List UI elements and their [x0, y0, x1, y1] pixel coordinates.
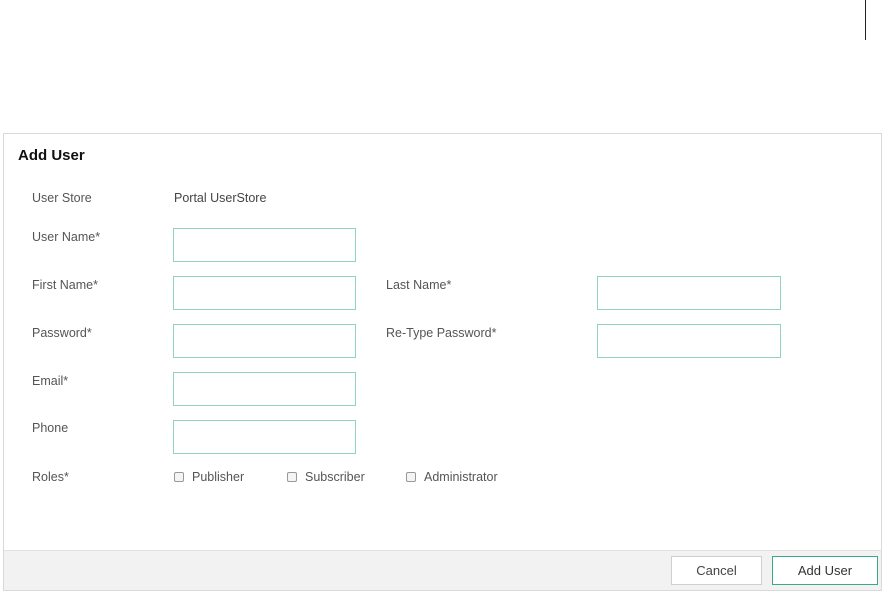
- user-store-label: User Store: [32, 191, 92, 205]
- publisher-checkbox[interactable]: [174, 472, 184, 482]
- first-name-label: First Name*: [32, 278, 98, 292]
- administrator-label: Administrator: [424, 470, 498, 484]
- email-field[interactable]: [173, 372, 356, 406]
- user-store-value: Portal UserStore: [174, 191, 267, 205]
- password-field[interactable]: [173, 324, 356, 358]
- username-field[interactable]: [173, 228, 356, 262]
- password-label: Password*: [32, 326, 92, 340]
- add-user-dialog: Add User User Store Portal UserStore Use…: [3, 133, 882, 591]
- subscriber-label: Subscriber: [305, 470, 365, 484]
- role-publisher[interactable]: Publisher: [174, 470, 244, 484]
- last-name-field[interactable]: [597, 276, 781, 310]
- role-subscriber[interactable]: Subscriber: [287, 470, 365, 484]
- roles-label: Roles*: [32, 470, 69, 484]
- cancel-button[interactable]: Cancel: [671, 556, 762, 585]
- add-user-button[interactable]: Add User: [772, 556, 878, 585]
- phone-label: Phone: [32, 421, 69, 435]
- text-cursor: [865, 0, 866, 40]
- username-label: User Name*: [32, 230, 101, 244]
- dialog-footer: Cancel Add User: [4, 550, 881, 590]
- last-name-label: Last Name*: [386, 278, 452, 292]
- first-name-field[interactable]: [173, 276, 356, 310]
- publisher-label: Publisher: [192, 470, 245, 484]
- dialog-title: Add User: [18, 147, 85, 164]
- page-background: [0, 0, 885, 133]
- phone-field[interactable]: [173, 420, 356, 454]
- retype-password-label: Re-Type Password*: [386, 326, 497, 340]
- administrator-checkbox[interactable]: [406, 472, 416, 482]
- subscriber-checkbox[interactable]: [287, 472, 297, 482]
- email-label: Email*: [32, 374, 69, 388]
- retype-password-field[interactable]: [597, 324, 781, 358]
- role-administrator[interactable]: Administrator: [406, 470, 498, 484]
